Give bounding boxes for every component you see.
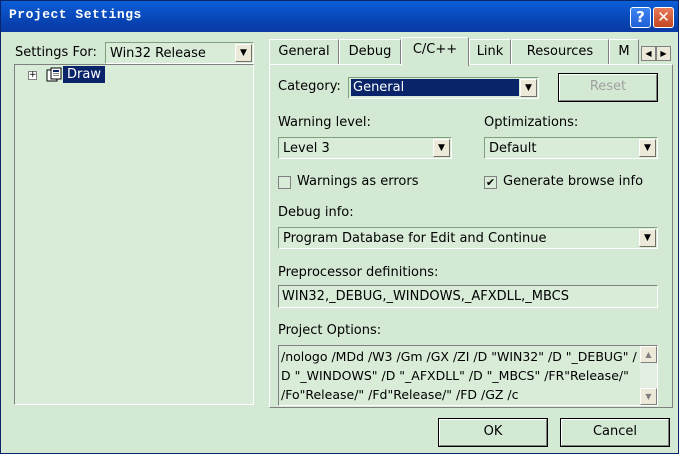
preprocessor-label: Preprocessor definitions: (278, 265, 439, 280)
tab-more[interactable]: M (609, 39, 639, 65)
tab-resources[interactable]: Resources (511, 39, 609, 65)
window-title: Project Settings (9, 7, 142, 22)
cancel-button-label: Cancel (592, 424, 638, 439)
chevron-down-icon[interactable]: ▼ (520, 79, 537, 97)
chevron-down-icon[interactable]: ▼ (639, 229, 656, 247)
tree-item-draw[interactable]: Draw (63, 66, 105, 83)
tab-cpp[interactable]: C/C++ (401, 37, 469, 66)
tab-general[interactable]: General (269, 39, 339, 65)
optimizations-dropdown[interactable]: Default ▼ (484, 137, 658, 159)
project-options-label: Project Options: (278, 323, 382, 338)
category-label: Category: (278, 79, 341, 94)
warnings-as-errors-checkbox[interactable] (278, 176, 291, 189)
tab-scroll-left-icon[interactable]: ◀ (641, 46, 656, 61)
warning-level-dropdown[interactable]: Level 3 ▼ (278, 137, 452, 159)
tab-scroll-right-icon[interactable]: ▶ (656, 46, 671, 61)
category-dropdown[interactable]: General ▼ (348, 77, 539, 99)
generate-browse-info-checkbox[interactable]: ✔ (484, 176, 497, 189)
optimizations-label: Optimizations: (484, 115, 579, 130)
warnings-as-errors-label: Warnings as errors (297, 174, 419, 189)
close-button[interactable]: ✕ (653, 7, 674, 28)
settings-for-value: Win32 Release (110, 46, 206, 61)
chevron-down-icon[interactable]: ▼ (235, 44, 252, 62)
ok-button-label: OK (483, 424, 503, 439)
warning-level-label: Warning level: (278, 115, 371, 130)
project-settings-dialog: Project Settings ? ✕ Settings For: Win32… (0, 0, 679, 454)
debug-info-label: Debug info: (278, 205, 354, 220)
tree-expander-icon[interactable]: + (28, 71, 37, 80)
chevron-down-icon[interactable]: ▼ (433, 139, 450, 157)
tab-debug[interactable]: Debug (339, 39, 401, 65)
title-bar: Project Settings ? ✕ (1, 1, 678, 32)
ok-button[interactable]: OK (438, 418, 548, 447)
project-folder-icon (46, 67, 62, 82)
project-options-value: /nologo /MDd /W3 /Gm /GX /ZI /D "WIN32" … (281, 349, 637, 402)
debug-info-value: Program Database for Edit and Continue (283, 231, 547, 246)
tab-strip: General Debug C/C++ Link Resources M ◀ ▶ (269, 37, 673, 66)
project-options-scrollbar[interactable]: ▲ ▼ (640, 346, 657, 405)
chevron-down-icon[interactable]: ▼ (639, 139, 656, 157)
warning-level-value: Level 3 (283, 141, 330, 156)
debug-info-dropdown[interactable]: Program Database for Edit and Continue ▼ (278, 227, 658, 249)
project-tree[interactable]: + Draw (14, 64, 254, 405)
tab-link[interactable]: Link (469, 39, 511, 65)
generate-browse-info-label: Generate browse info (503, 174, 644, 189)
optimizations-value: Default (489, 141, 537, 156)
scroll-down-icon[interactable]: ▼ (640, 388, 657, 405)
reset-button-label: Reset (589, 79, 627, 94)
reset-button[interactable]: Reset (558, 73, 658, 102)
cancel-button[interactable]: Cancel (560, 418, 670, 447)
category-value: General (351, 79, 519, 96)
preprocessor-input[interactable]: WIN32,_DEBUG,_WINDOWS,_AFXDLL,_MBCS (278, 285, 658, 308)
project-options-textarea[interactable]: /nologo /MDd /W3 /Gm /GX /ZI /D "WIN32" … (278, 345, 658, 406)
scroll-up-icon[interactable]: ▲ (640, 346, 657, 363)
help-button[interactable]: ? (630, 7, 651, 28)
settings-for-label: Settings For: (15, 45, 97, 60)
settings-for-dropdown[interactable]: Win32 Release ▼ (105, 42, 254, 64)
preprocessor-value: WIN32,_DEBUG,_WINDOWS,_AFXDLL,_MBCS (282, 289, 569, 304)
